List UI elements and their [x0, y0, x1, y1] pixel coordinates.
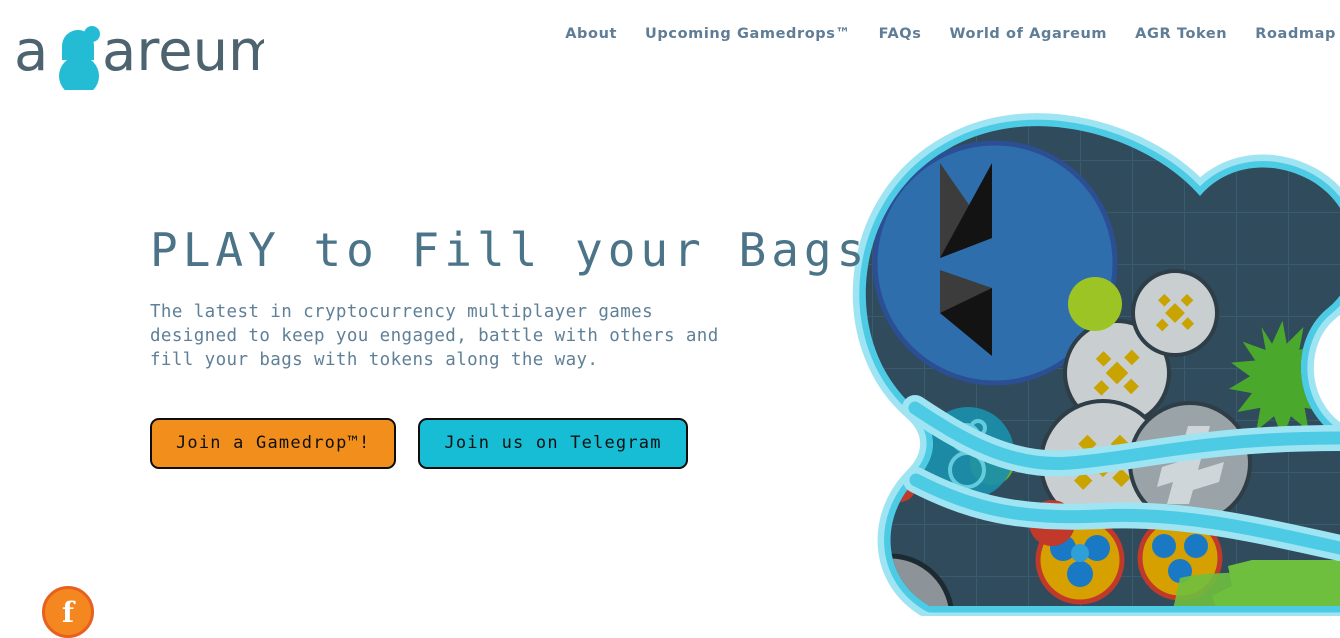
- nav-item-about[interactable]: About: [551, 22, 631, 46]
- nav-item-upcoming-gamedrops[interactable]: Upcoming Gamedrops™: [631, 22, 865, 46]
- agareum-mascot-gameboard: [852, 113, 1340, 616]
- join-gamedrop-button[interactable]: Join a Gamedrop™!: [150, 417, 397, 469]
- nav-item-faqs[interactable]: FAQs: [865, 22, 936, 46]
- facebook-icon: f: [61, 596, 75, 629]
- join-telegram-button[interactable]: Join us on Telegram: [418, 417, 688, 469]
- main-navigation: About Upcoming Gamedrops™ FAQs World of …: [551, 22, 1340, 46]
- cta-button-group: Join a Gamedrop™! Join us on Telegram: [150, 417, 790, 469]
- nav-item-world-of-agareum[interactable]: World of Agareum: [935, 22, 1121, 46]
- page-title: PLAY to Fill your Bags: [150, 223, 870, 277]
- game-blob: [1068, 277, 1122, 331]
- logo-agareum[interactable]: a areum: [14, 18, 283, 96]
- nav-item-agr-token[interactable]: AGR Token: [1121, 22, 1241, 46]
- hero-illustration: [820, 108, 1340, 616]
- nav-item-roadmap[interactable]: Roadmap: [1241, 22, 1340, 46]
- svg-text:a: a: [14, 19, 48, 84]
- hero-subtitle: The latest in cryptocurrency multiplayer…: [150, 301, 719, 370]
- facebook-chat-bubble[interactable]: f: [42, 586, 94, 638]
- logo-mark: a areum: [14, 19, 283, 96]
- hero-section: PLAY to Fill your Bags The latest in cry…: [150, 222, 870, 469]
- svg-text:areum: areum: [102, 19, 264, 84]
- mascot-g-blob: [59, 26, 100, 96]
- site-header: a areum About Upcoming Gamedrops™ FAQs W…: [0, 0, 1340, 108]
- binance-coin: [1131, 269, 1219, 357]
